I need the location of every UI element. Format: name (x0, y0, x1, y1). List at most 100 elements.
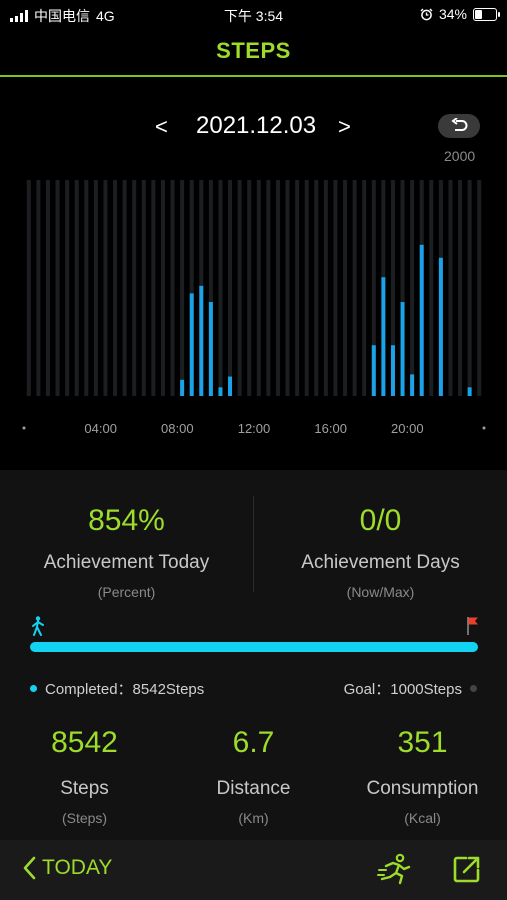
chart-slot-track (26, 180, 31, 396)
stat-distance-value: 6.7 (232, 726, 275, 759)
achievement-today-label: Achievement Today (43, 552, 210, 573)
chart-slot-track (362, 180, 367, 396)
next-day-button[interactable]: > (338, 114, 351, 140)
chart-slot-track (65, 180, 70, 396)
stat-consumption-value: 351 (397, 726, 448, 759)
x-tick-label: 16:00 (314, 421, 347, 436)
achievement-today-sub: (Percent) (97, 584, 156, 600)
goal-flag-icon (467, 617, 478, 635)
chart-slot-track (275, 180, 280, 396)
return-icon (451, 118, 468, 131)
chart-slot-track (304, 180, 309, 396)
chart-bar (228, 376, 233, 396)
current-date: 2021.12.03 (196, 112, 317, 139)
chart-bar (438, 257, 443, 396)
x-tick-label: 20:00 (391, 421, 424, 436)
stat-consumption: 351 Consumption (Kcal) (338, 726, 507, 826)
chart-bar (218, 387, 223, 396)
chart-slot-track (228, 180, 233, 396)
achievement-today-value: 854% (88, 504, 165, 537)
today-button[interactable]: TODAY (22, 856, 112, 880)
x-tick-label: 04:00 (84, 421, 117, 436)
chart-slot-track (113, 180, 118, 396)
chart-slot-track (410, 180, 415, 396)
chart-slot-track (151, 180, 156, 396)
chart-bar (467, 387, 472, 396)
achievement-days-value: 0/0 (359, 504, 402, 537)
chart-slot-track (103, 180, 108, 396)
return-button[interactable] (438, 114, 480, 138)
stat-steps-label: Steps (60, 778, 109, 799)
today-label: TODAY (42, 856, 113, 879)
chart-bar (208, 302, 213, 396)
stat-distance-label: Distance (216, 778, 291, 799)
achievement-days-sub: (Now/Max) (346, 584, 415, 600)
chart-slot-track (429, 180, 434, 396)
share-icon[interactable] (452, 854, 482, 884)
chart-slot-track (218, 180, 223, 396)
page-title: STEPS (216, 38, 291, 63)
goal-dot (470, 685, 477, 692)
chart-bar (419, 244, 424, 396)
chart-slot-track (141, 180, 146, 396)
chart-slot-track (160, 180, 165, 396)
chart-bar (199, 285, 204, 396)
chart-slot-track (74, 180, 79, 396)
chart-scale-max: 2000 (444, 148, 476, 164)
chart-slot-track (84, 180, 89, 396)
x-tick-label: 08:00 (161, 421, 194, 436)
steps-bar-chart: 04:00 08:00 12:00 16:00 20:00 (22, 180, 486, 436)
chart-slot-track (266, 180, 271, 396)
chart-slot-track (323, 180, 328, 396)
chart-bar (189, 293, 194, 396)
stat-steps: 8542 Steps (Steps) (0, 726, 169, 826)
goal-summary: Goal：1000Steps (344, 678, 477, 699)
completed-summary: Completed：8542Steps (30, 678, 204, 699)
completed-dot (30, 685, 37, 692)
chart-slot-track (256, 180, 261, 396)
chart-slot-track (55, 180, 60, 396)
status-right: 34% (420, 6, 500, 22)
chart-slot-track (314, 180, 319, 396)
chart-bar (410, 374, 415, 396)
chart-slot-track (295, 180, 300, 396)
date-nav: < 2021.12.03 > (0, 112, 507, 142)
chart-bar (400, 302, 405, 396)
chart-slot-track (122, 180, 127, 396)
chart-slot-track (45, 180, 50, 396)
completed-text: Completed：8542Steps (45, 681, 205, 698)
title-underline (0, 75, 507, 77)
goal-progress-fill (30, 642, 478, 652)
chart-bar (390, 345, 395, 396)
chart-slot-track (458, 180, 463, 396)
stat-steps-unit: (Steps) (61, 810, 108, 826)
chart-slot-track (333, 180, 338, 396)
stat-distance: 6.7 Distance (Km) (169, 726, 338, 826)
battery-icon (473, 7, 500, 21)
achievement-today: 854% Achievement Today (Percent) (0, 504, 253, 600)
achievement-days-label: Achievement Days (301, 552, 460, 573)
chart-slot-track (36, 180, 41, 396)
goal-progress-bar (30, 642, 478, 652)
chart-slot-track (477, 180, 482, 396)
chart-slot-track (180, 180, 185, 396)
chart-slot-track (132, 180, 137, 396)
walker-icon (32, 616, 44, 636)
chart-bar (381, 277, 386, 396)
stat-consumption-label: Consumption (366, 778, 479, 799)
chart-slot-track (448, 180, 453, 396)
running-icon[interactable] (376, 852, 412, 888)
prev-day-button[interactable]: < (155, 114, 168, 140)
axis-end-dot (482, 426, 486, 430)
bottom-bar: TODAY (0, 840, 507, 900)
chart-slot-track (285, 180, 290, 396)
battery-percent: 34% (438, 6, 467, 22)
chart-slot-track (343, 180, 348, 396)
achievement-days: 0/0 Achievement Days (Now/Max) (254, 504, 507, 600)
summary-panel: 854% Achievement Today (Percent) 0/0 Ach… (0, 470, 507, 840)
stat-distance-unit: (Km) (238, 810, 269, 826)
goal-text: Goal：1000Steps (343, 681, 462, 698)
axis-end-dot (22, 426, 26, 430)
x-tick-label: 12:00 (238, 421, 271, 436)
stat-consumption-unit: (Kcal) (404, 810, 441, 826)
